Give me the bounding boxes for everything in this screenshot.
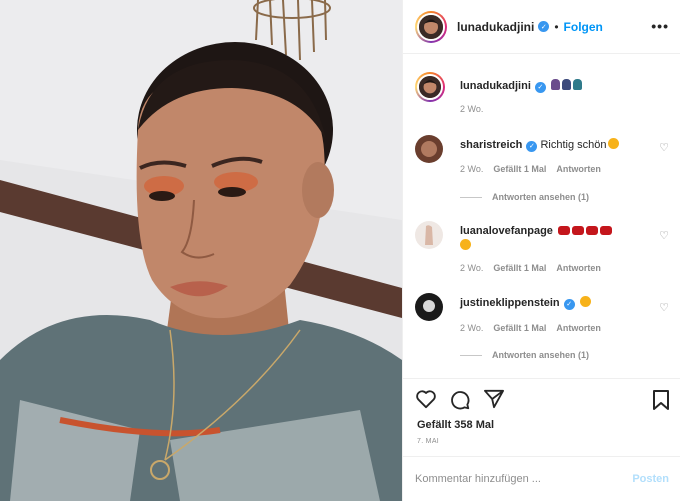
separator-dot: • <box>554 19 559 34</box>
heart-eyes-emoji-icon <box>460 239 471 250</box>
post-photo[interactable] <box>0 0 402 501</box>
comment-likes[interactable]: Gefällt 1 Mal <box>493 323 546 333</box>
verified-badge-icon: ✓ <box>526 141 538 152</box>
post-side-panel: lunadukadjini ✓ • Folgen ••• lunadukadji… <box>402 0 680 501</box>
comment-username[interactable]: justineklippenstein <box>460 297 560 309</box>
comment-username[interactable]: luanalovefanpage <box>460 225 553 237</box>
like-count[interactable]: Gefällt 358 Mal <box>417 419 494 431</box>
commenter-avatar[interactable] <box>415 293 443 321</box>
heart-eyes-emoji-icon <box>579 296 591 307</box>
replies-divider <box>460 354 482 356</box>
red-car-emoji-icon <box>585 226 598 235</box>
comment-text: luanalovefanpage <box>460 224 649 254</box>
comment-icon[interactable] <box>449 389 471 411</box>
comment-list[interactable]: lunadukadjini ✓ 2 Wo. sharistreich ✓ Richt… <box>403 55 680 377</box>
author-username[interactable]: lunadukadjini <box>457 20 534 34</box>
follow-button[interactable]: Folgen <box>564 20 603 34</box>
reply-button[interactable]: Antworten <box>556 263 601 273</box>
comment-likes[interactable]: Gefällt 1 Mal <box>493 263 546 273</box>
view-replies-button[interactable]: Antworten ansehen (1) <box>460 350 589 360</box>
red-car-emoji-icon <box>557 226 570 235</box>
heart-icon[interactable] <box>415 389 437 409</box>
caption-text: lunadukadjini ✓ <box>460 79 649 94</box>
comment-time[interactable]: 2 Wo. <box>460 323 483 333</box>
post-header: lunadukadjini ✓ • Folgen ••• <box>403 0 680 54</box>
person-emoji-icon <box>561 79 571 90</box>
bookmark-icon[interactable] <box>651 389 671 411</box>
comment-like-heart-icon[interactable]: ♡ <box>659 141 669 154</box>
comment-like-heart-icon[interactable]: ♡ <box>659 301 669 314</box>
comment-time[interactable]: 2 Wo. <box>460 164 483 174</box>
caption-meta: 2 Wo. <box>460 104 483 114</box>
caption-avatar[interactable] <box>415 72 445 102</box>
caption-username[interactable]: lunadukadjini <box>460 80 531 92</box>
view-replies-button[interactable]: Antworten ansehen (1) <box>460 192 589 202</box>
view-replies-label: Antworten ansehen (1) <box>492 192 590 202</box>
post-comment-button[interactable]: Posten <box>632 473 669 485</box>
comment-input[interactable] <box>415 473 633 485</box>
commenter-avatar[interactable] <box>415 221 443 249</box>
reply-button[interactable]: Antworten <box>556 323 601 333</box>
red-car-emoji-icon <box>571 226 584 235</box>
comment-meta: 2 Wo. Gefällt 1 Mal Antworten <box>460 323 601 333</box>
woman-emoji-icon <box>550 79 560 90</box>
verified-badge-icon: ✓ <box>534 82 546 93</box>
comment-composer: Posten <box>403 456 680 501</box>
comment-meta: 2 Wo. Gefällt 1 Mal Antworten <box>460 164 601 174</box>
paper-plane-icon[interactable] <box>483 389 505 409</box>
action-bar: Gefällt 358 Mal 7. MAI <box>403 378 680 456</box>
comment-like-heart-icon[interactable]: ♡ <box>659 229 669 242</box>
comment-text: justineklippenstein ✓ <box>460 296 649 311</box>
more-options-icon[interactable]: ••• <box>651 18 669 34</box>
author-avatar[interactable] <box>415 10 447 43</box>
comment-likes[interactable]: Gefällt 1 Mal <box>493 164 546 174</box>
reply-button[interactable]: Antworten <box>556 164 601 174</box>
red-car-emoji-icon <box>599 226 612 235</box>
comment-body: Richtig schön <box>540 139 607 151</box>
caption-time[interactable]: 2 Wo. <box>460 104 483 114</box>
person-emoji-icon <box>572 79 582 90</box>
verified-badge-icon: ✓ <box>563 299 575 310</box>
comment-time[interactable]: 2 Wo. <box>460 263 483 273</box>
heart-eyes-emoji-icon <box>608 138 620 149</box>
commenter-avatar[interactable] <box>415 135 443 163</box>
post-date[interactable]: 7. MAI <box>417 438 439 445</box>
comment-text: sharistreich ✓ Richtig schön <box>460 138 649 153</box>
replies-divider <box>460 196 482 198</box>
comment-meta: 2 Wo. Gefällt 1 Mal Antworten <box>460 263 601 273</box>
view-replies-label: Antworten ansehen (1) <box>492 350 590 360</box>
comment-username[interactable]: sharistreich <box>460 139 522 151</box>
verified-badge-icon: ✓ <box>538 21 550 32</box>
